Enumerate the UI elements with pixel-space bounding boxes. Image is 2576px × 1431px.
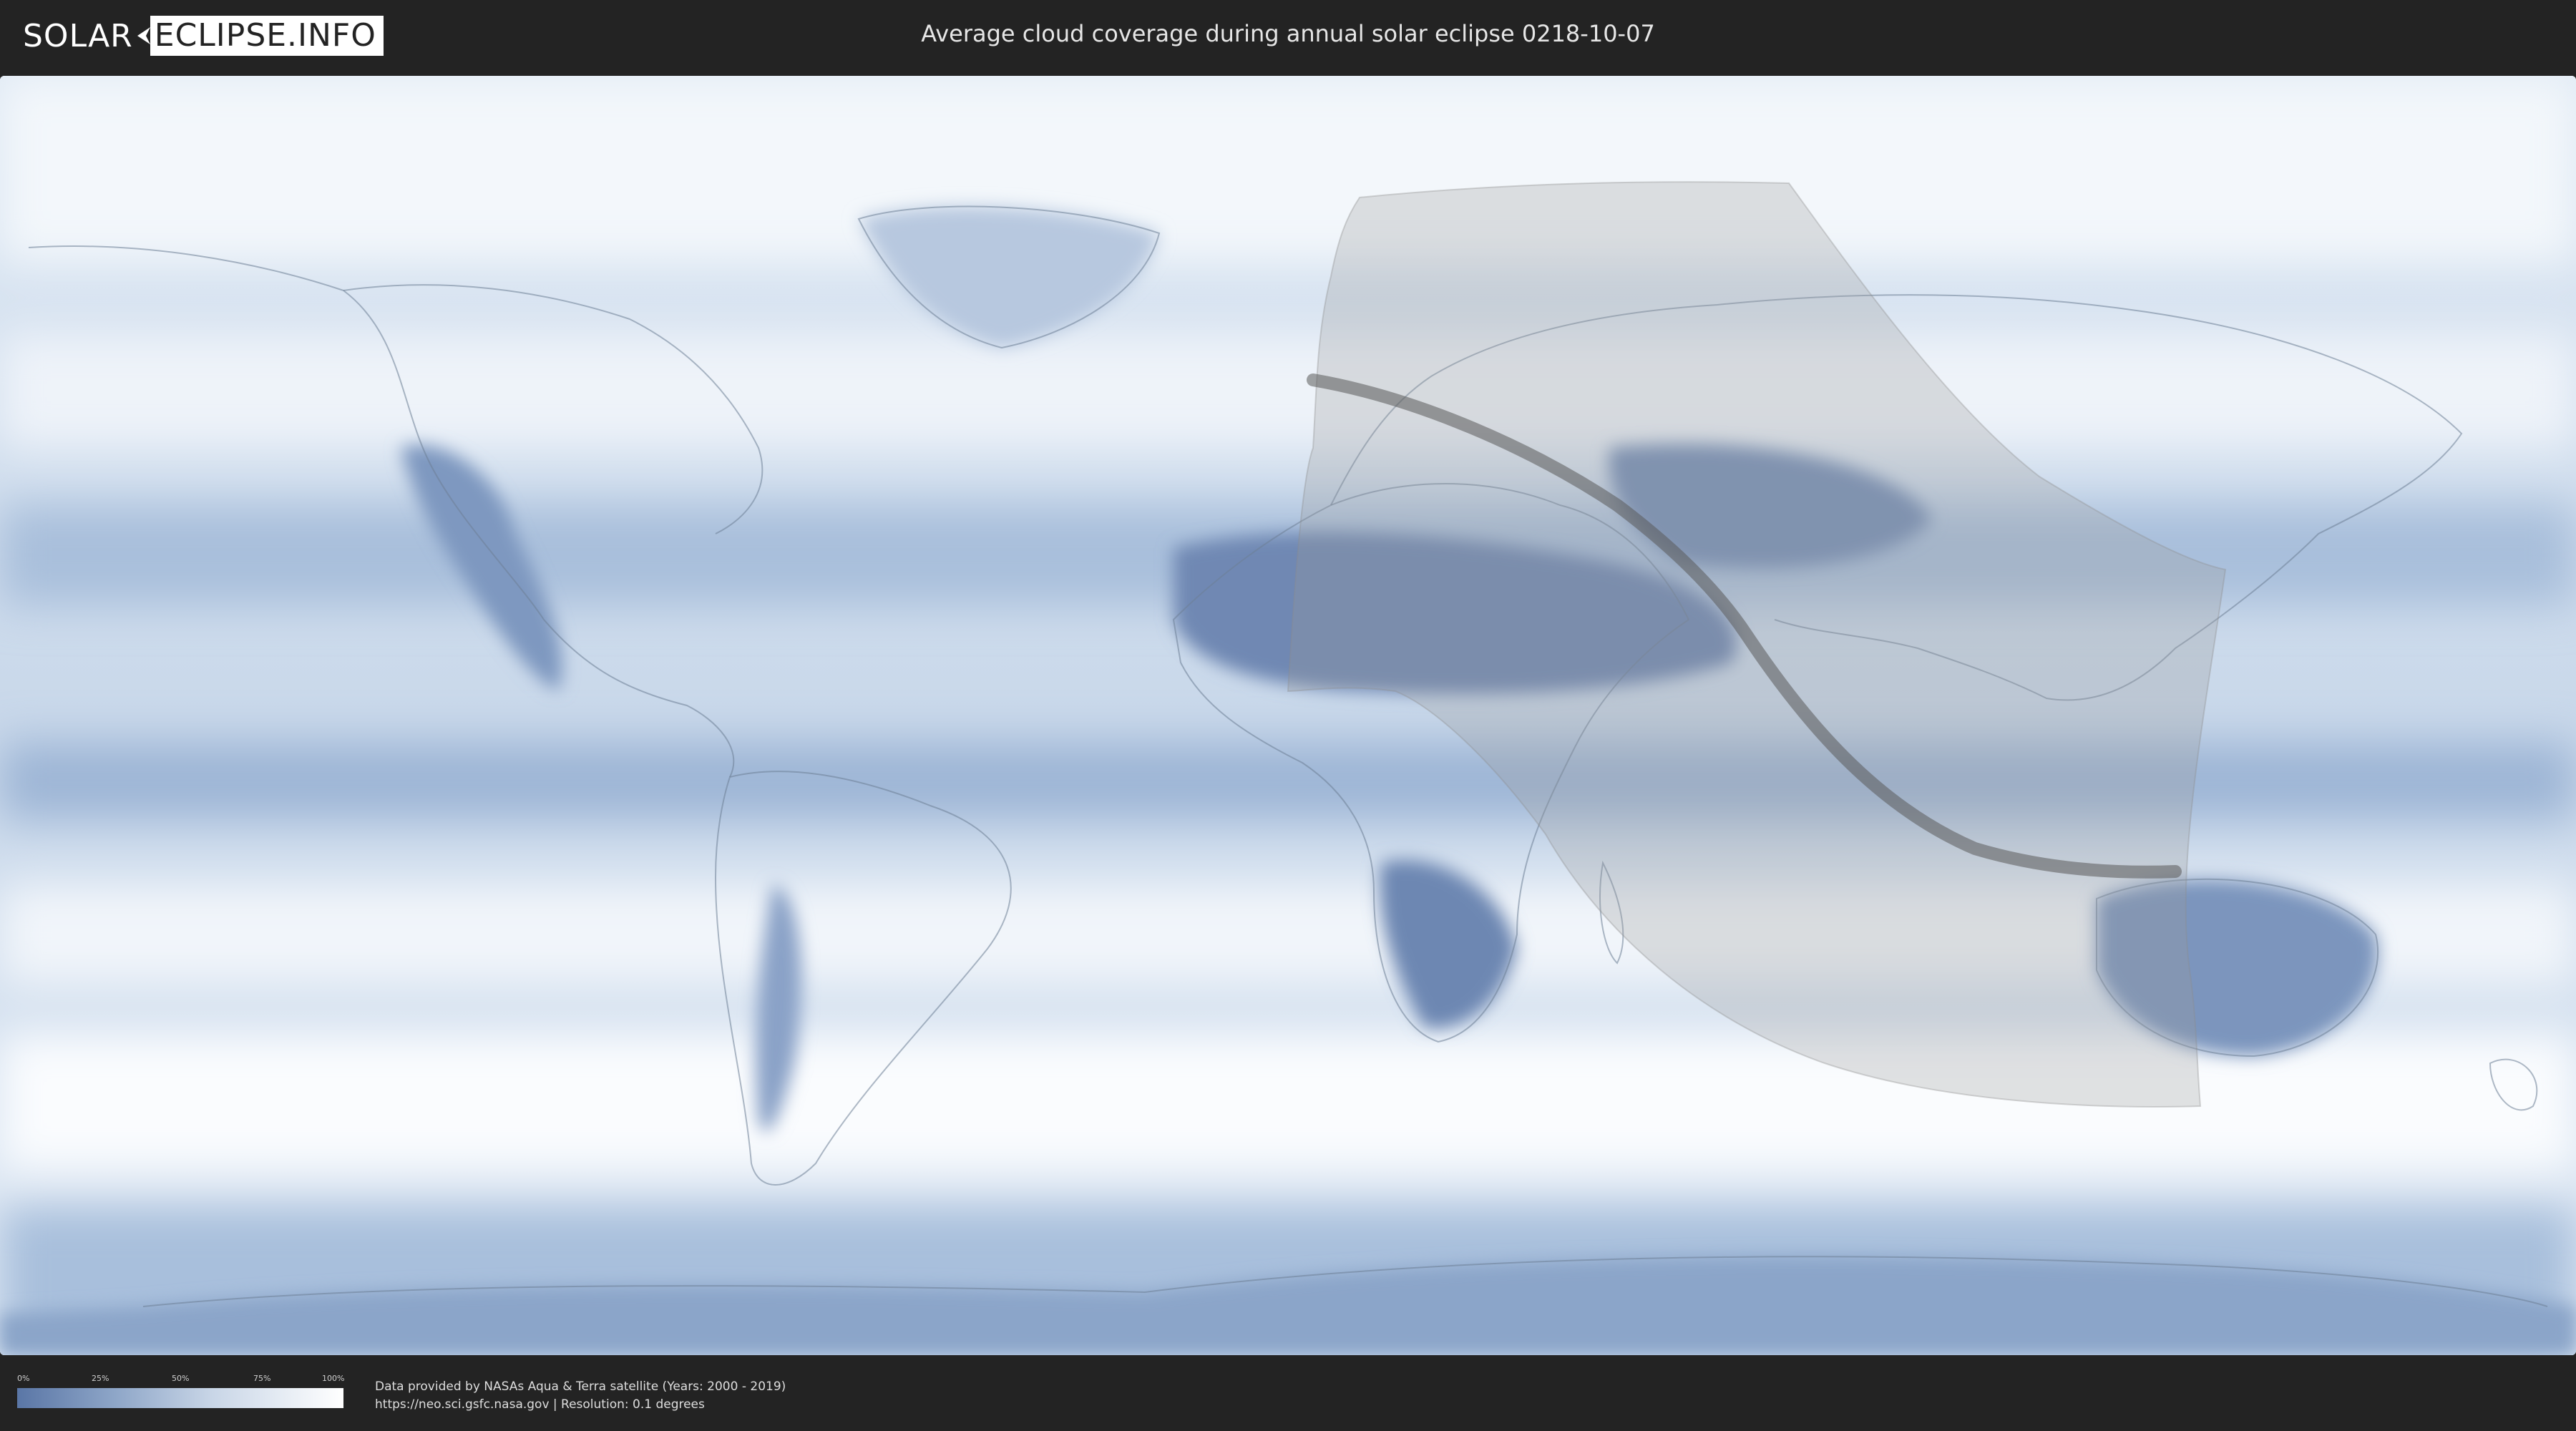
legend-tick-0: 0% (17, 1374, 30, 1383)
credit-line: Data provided by NASAs Aqua & Terra sate… (375, 1379, 786, 1394)
legend-tick-100: 100% (322, 1374, 345, 1383)
legend-ticks: 0% 25% 50% 75% 100% (17, 1374, 345, 1385)
source-line[interactable]: https://neo.sci.gsfc.nasa.gov | Resoluti… (375, 1396, 786, 1414)
cloud-legend: 0% 25% 50% 75% 100% (17, 1374, 345, 1414)
world-map-svg (0, 76, 2576, 1355)
legend-color-bar (17, 1388, 343, 1408)
legend-tick-25: 25% (92, 1374, 109, 1383)
credits: Data provided by NASAs Aqua & Terra sate… (375, 1378, 786, 1414)
page-title: Average cloud coverage during annual sol… (921, 20, 1655, 47)
legend-tick-50: 50% (172, 1374, 190, 1383)
cloud-coverage-map[interactable] (0, 76, 2576, 1355)
top-bar: SOLAR ECLIPSE.INFO Average cloud coverag… (0, 0, 2576, 72)
legend-tick-75: 75% (253, 1374, 271, 1383)
